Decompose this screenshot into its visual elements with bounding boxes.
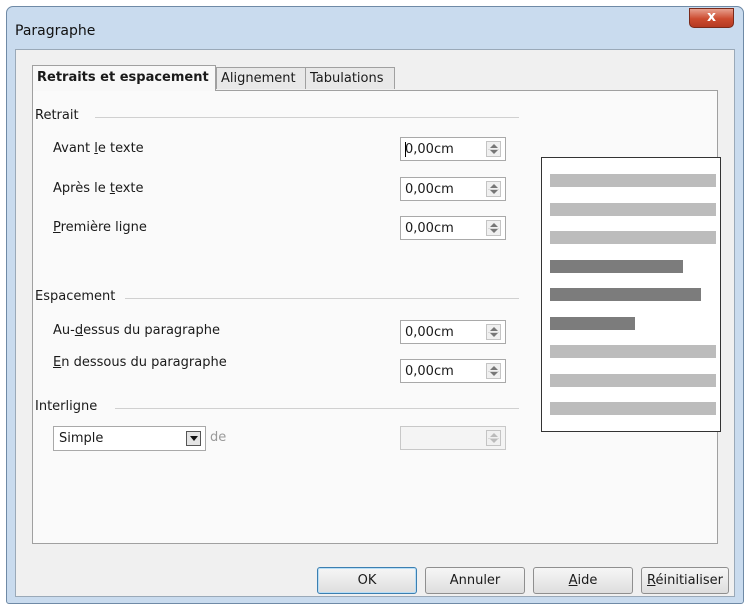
spin-value: 0,00cm [405, 325, 454, 340]
reinitialiser-button[interactable]: Réinitialiser [641, 567, 729, 594]
preview-line [550, 203, 716, 216]
button-label: OK [357, 573, 377, 588]
apres-texte-spinbox[interactable]: 0,00cm [400, 177, 506, 201]
chevron-down-icon[interactable] [186, 431, 201, 446]
preview-line [550, 260, 683, 273]
de-label: de [210, 430, 227, 445]
paragraph-dialog: Paragraphe x Retraits et espacement Alig… [6, 6, 744, 604]
preview-line [550, 288, 701, 301]
interligne-value-spinbox[interactable] [400, 426, 506, 450]
label-text: Avant [53, 141, 95, 156]
close-button[interactable]: x [689, 8, 734, 28]
avant-texte-label: Avant le texte [53, 141, 144, 156]
label-mnemonic: d [74, 323, 84, 338]
interligne-heading: Interligne [35, 399, 98, 414]
premiere-ligne-spinbox[interactable]: 0,00cm [400, 216, 506, 240]
button-label: éinitialiser [655, 573, 723, 588]
tab-alignement[interactable]: Alignement [216, 67, 306, 89]
en-dessous-label: En dessous du paragraphe [53, 355, 227, 370]
label-text: e texte [97, 141, 144, 156]
spin-arrows-icon [486, 430, 501, 446]
tab-label: Retraits et espacement [37, 70, 209, 85]
tab-label: Alignement [221, 71, 296, 86]
tab-tabulations[interactable]: Tabulations [305, 67, 395, 89]
spin-arrows-icon[interactable] [486, 220, 501, 236]
espacement-heading: Espacement [35, 289, 116, 304]
interligne-separator [115, 408, 519, 409]
label-text: essus du paragraphe [83, 323, 220, 338]
spin-arrows-icon[interactable] [486, 141, 501, 157]
button-label: ide [577, 573, 598, 588]
aide-button[interactable]: Aide [533, 567, 633, 594]
spin-arrows-icon[interactable] [486, 324, 501, 340]
close-icon: x [706, 9, 717, 25]
label-text: Au- [53, 323, 75, 338]
label-text: n dessous du paragraphe [61, 355, 227, 370]
label-text: exte [114, 181, 144, 196]
dialog-title: Paragraphe [15, 23, 96, 39]
dialog-body: Retraits et espacement Alignement Tabula… [15, 49, 735, 597]
au-dessus-label: Au-dessus du paragraphe [53, 323, 220, 338]
interligne-select[interactable]: Simple [53, 426, 206, 451]
label-mnemonic: E [53, 355, 62, 370]
spin-arrows-icon[interactable] [486, 363, 501, 379]
tab-retraits-espacement[interactable]: Retraits et espacement [32, 65, 216, 91]
select-value: Simple [59, 431, 104, 446]
apres-texte-label: Après le texte [53, 181, 144, 196]
label-text: remière ligne [60, 220, 147, 235]
espacement-separator [125, 298, 519, 299]
annuler-button[interactable]: Annuler [425, 567, 525, 594]
title-bar[interactable]: Paragraphe x [7, 7, 743, 49]
avant-texte-spinbox[interactable]: 0,00cm [400, 137, 506, 161]
button-label: Annuler [449, 573, 501, 588]
en-dessous-spinbox[interactable]: 0,00cm [400, 359, 506, 383]
spin-value: 0,00cm [405, 221, 454, 236]
spin-value: 0,00cm [405, 182, 454, 197]
retrait-heading: Retrait [35, 108, 79, 123]
spin-value: 0,00cm [405, 364, 454, 379]
paragraph-preview [541, 157, 721, 432]
label-mnemonic: P [53, 220, 61, 235]
tab-label: Tabulations [310, 71, 384, 86]
preview-line [550, 402, 716, 415]
preview-line [550, 374, 716, 387]
tab-panel: Retrait Avant le texte 0,00cm Après le t… [32, 90, 721, 544]
ok-button[interactable]: OK [317, 567, 417, 594]
au-dessus-spinbox[interactable]: 0,00cm [400, 320, 506, 344]
preview-line [550, 317, 635, 330]
premiere-ligne-label: Première ligne [53, 220, 147, 235]
preview-line [550, 231, 716, 244]
label-text: Après le [53, 181, 110, 196]
spin-value: 0,00cm [405, 142, 454, 157]
spin-arrows-icon[interactable] [486, 181, 501, 197]
preview-line [550, 345, 716, 358]
retrait-separator [95, 117, 519, 118]
button-mnemonic: A [568, 573, 578, 588]
preview-line [550, 174, 716, 187]
